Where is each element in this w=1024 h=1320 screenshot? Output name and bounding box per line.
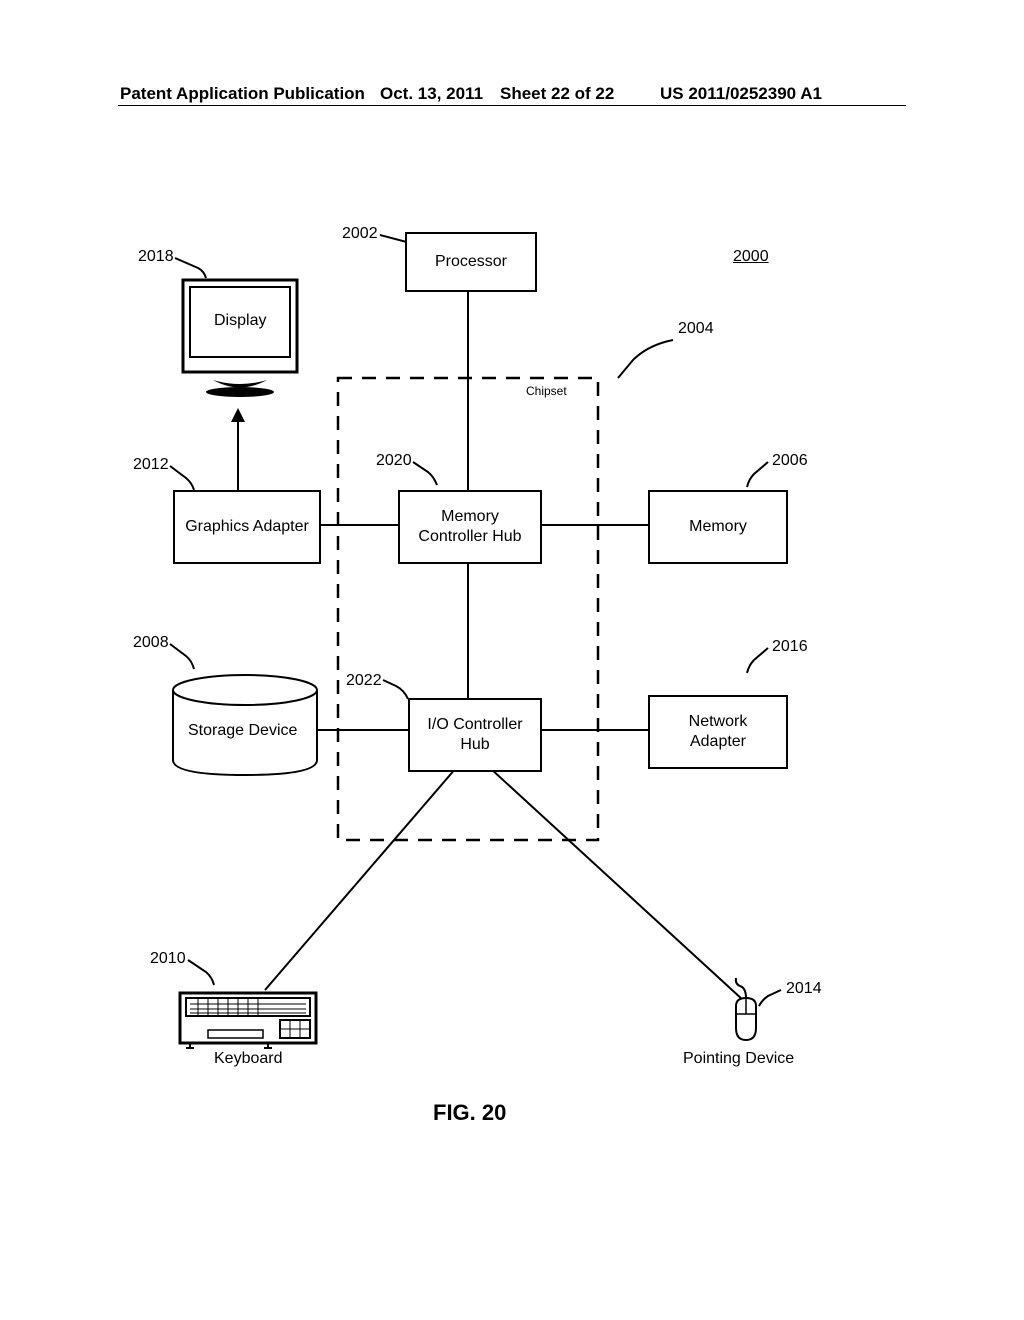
storage-device-label: Storage Device <box>188 722 297 740</box>
header-pubnumber: US 2011/0252390 A1 <box>660 84 822 104</box>
processor-block: Processor <box>405 232 537 292</box>
io-controller-hub-block: I/O Controller Hub <box>408 698 542 772</box>
figure-caption: FIG. 20 <box>433 1100 506 1126</box>
memory-block: Memory <box>648 490 788 564</box>
keyboard-label: Keyboard <box>214 1050 283 1068</box>
ref-2002: 2002 <box>342 225 378 243</box>
memory-controller-hub-label: Memory Controller Hub <box>418 507 521 547</box>
mouse-icon <box>736 978 756 1040</box>
ref-2016: 2016 <box>772 638 808 656</box>
memory-label: Memory <box>689 517 747 537</box>
display-label: Display <box>214 312 266 330</box>
network-adapter-label: Network Adapter <box>689 712 748 752</box>
ref-2004: 2004 <box>678 320 714 338</box>
network-adapter-block: Network Adapter <box>648 695 788 769</box>
header-rule <box>118 105 906 106</box>
ref-2006: 2006 <box>772 452 808 470</box>
header-sheet: Sheet 22 of 22 <box>500 84 614 104</box>
processor-label: Processor <box>435 252 507 272</box>
memory-controller-hub-block: Memory Controller Hub <box>398 490 542 564</box>
ref-2020: 2020 <box>376 452 412 470</box>
header-publication: Patent Application Publication <box>120 84 365 104</box>
ref-2008: 2008 <box>133 634 169 652</box>
graphics-adapter-label: Graphics Adapter <box>185 517 309 537</box>
ref-2022: 2022 <box>346 672 382 690</box>
block-diagram: Processor Chipset Display Graphics Adapt… <box>118 200 906 1150</box>
header-date: Oct. 13, 2011 <box>380 84 483 104</box>
ref-2000: 2000 <box>733 248 769 266</box>
ref-2012: 2012 <box>133 456 169 474</box>
keyboard-icon <box>180 993 316 1048</box>
chipset-box <box>118 200 906 1150</box>
ref-2018: 2018 <box>138 248 174 266</box>
io-controller-hub-label: I/O Controller Hub <box>427 715 522 755</box>
display-icon <box>183 280 297 397</box>
pointing-device-label: Pointing Device <box>683 1050 794 1068</box>
connectors <box>118 200 906 1150</box>
ref-2010: 2010 <box>150 950 186 968</box>
chipset-label: Chipset <box>526 384 567 398</box>
graphics-adapter-block: Graphics Adapter <box>173 490 321 564</box>
ref-2014: 2014 <box>786 980 822 998</box>
